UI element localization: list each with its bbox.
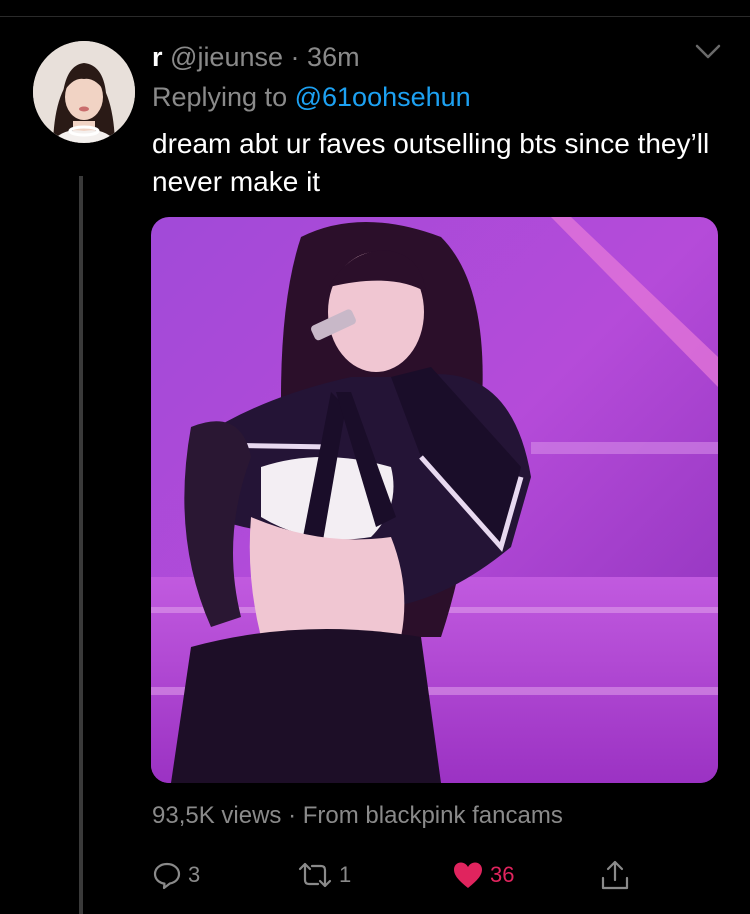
avatar[interactable]	[33, 41, 135, 143]
tweet-text: dream abt ur faves outselling bts since …	[152, 128, 710, 197]
retweet-button[interactable]: 1	[297, 855, 351, 895]
reply-icon	[153, 862, 181, 890]
thread-line	[79, 176, 83, 914]
source-link[interactable]: From blackpink fancams	[303, 802, 563, 829]
retweet-icon	[298, 862, 332, 888]
replying-to-link[interactable]: @61oohsehun	[295, 82, 471, 112]
video-frame	[151, 217, 718, 783]
chevron-down-icon[interactable]	[694, 42, 722, 62]
view-count: 93,5K views	[152, 802, 282, 829]
replying-to: Replying to @61oohsehun	[152, 80, 471, 114]
separator: ·	[290, 42, 300, 72]
top-divider	[0, 16, 750, 17]
like-button[interactable]: 36	[452, 855, 514, 895]
reply-count: 3	[188, 862, 201, 887]
replying-prefix: Replying to	[152, 82, 288, 112]
tweet-header: r @jieunse · 36m	[152, 40, 360, 74]
handle[interactable]: @jieunse	[170, 42, 283, 72]
like-count: 36	[490, 862, 515, 887]
display-name[interactable]: r	[152, 42, 163, 72]
timestamp[interactable]: 36m	[307, 42, 360, 72]
retweet-count: 1	[339, 862, 352, 887]
share-icon	[601, 860, 629, 890]
tweet-actions: 3 1 36	[152, 855, 652, 895]
avatar-image	[33, 41, 135, 143]
meta-separator: ·	[288, 802, 297, 829]
share-button[interactable]	[599, 855, 631, 895]
reply-button[interactable]: 3	[152, 855, 200, 895]
tweet-meta: 93,5K views · From blackpink fancams	[152, 800, 563, 832]
heart-icon	[454, 862, 482, 888]
media-video[interactable]	[151, 217, 718, 783]
